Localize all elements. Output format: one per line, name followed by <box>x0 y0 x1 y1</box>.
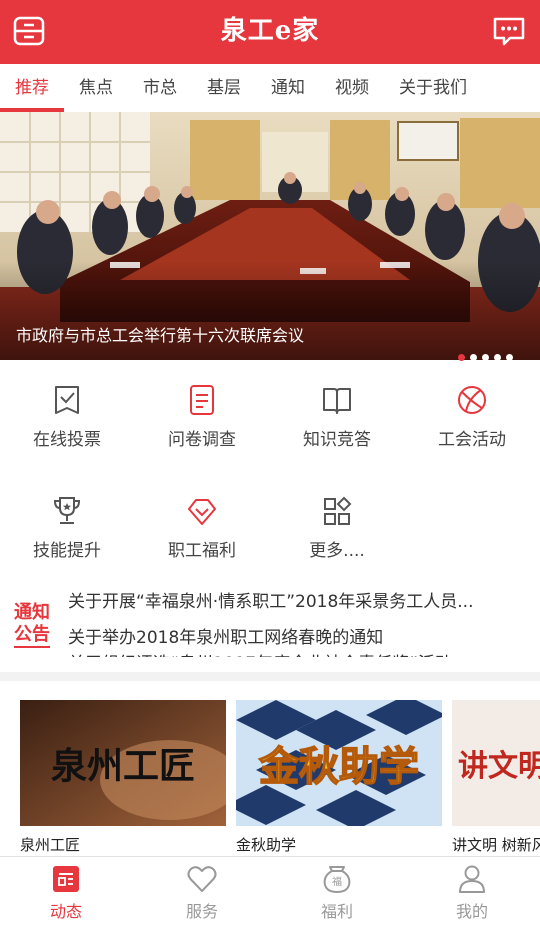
notice-badge: 通知 公告 <box>14 602 58 652</box>
feature-label: 问卷调查 <box>168 430 236 450</box>
notice-item[interactable]: 关于开展“幸福泉州·情系职工”2018年采景务工人员... <box>68 587 474 612</box>
notice-badge-line2: 公告 <box>14 624 50 648</box>
feature-quiz[interactable]: 知识竞答 <box>270 384 404 450</box>
app-title: 泉工e家 <box>220 16 320 46</box>
card-image: 金秋助学 <box>236 700 442 826</box>
carousel-dot[interactable] <box>482 354 489 361</box>
book-icon <box>323 388 351 414</box>
nav-welfare[interactable]: 福 福利 <box>292 856 382 922</box>
civilization-image: 讲文明 <box>452 700 540 826</box>
card-civilization[interactable]: 讲文明 讲文明 树新风 <box>452 700 540 855</box>
nav-label: 服务 <box>185 902 218 921</box>
carousel-dot[interactable] <box>458 354 465 361</box>
card-label: 金秋助学 <box>236 836 297 854</box>
feature-label: 技能提升 <box>33 541 101 561</box>
feature-label: 工会活动 <box>438 430 506 450</box>
card-label: 泉州工匠 <box>20 836 81 854</box>
notice-item[interactable]: 关于组织评选“泉州2017年度企业社会责任奖”活动 <box>68 649 452 657</box>
user-icon <box>459 865 485 893</box>
banner-caption: 市政府与市总工会举行第十六次联席会议 <box>16 326 305 345</box>
card-image: 泉州工匠 <box>20 700 226 826</box>
feature-label: 职工福利 <box>168 541 236 561</box>
tab-focus[interactable]: 焦点 <box>64 64 128 112</box>
message-button[interactable] <box>492 14 526 48</box>
nav-label: 我的 <box>455 902 488 921</box>
feature-skill-up[interactable]: 技能提升 <box>0 495 134 561</box>
craftsman-image: 泉州工匠 <box>20 700 226 826</box>
feature-welfare[interactable]: 职工福利 <box>135 495 269 561</box>
carousel-dot[interactable] <box>506 354 513 361</box>
card-image-text: 泉州工匠 <box>51 745 195 787</box>
tab-grassroots[interactable]: 基层 <box>192 64 256 112</box>
card-label: 讲文明 树新风 <box>452 836 540 854</box>
feature-online-vote[interactable]: 在线投票 <box>0 384 134 450</box>
menu-button[interactable] <box>12 14 46 48</box>
card-image: 讲文明 <box>452 700 540 826</box>
carousel-dot[interactable] <box>470 354 477 361</box>
feature-label: 更多.... <box>309 541 365 561</box>
vote-icon <box>55 386 79 414</box>
section-divider <box>0 672 540 681</box>
notice-badge-line1: 通知 <box>14 602 50 623</box>
trophy-icon <box>53 497 81 524</box>
nav-dynamic[interactable]: 动态 <box>21 856 111 922</box>
feature-survey[interactable]: 问卷调查 <box>135 384 269 450</box>
notice-ticker: 关于开展“幸福泉州·情系职工”2018年采景务工人员... 关于举办2018年泉… <box>68 585 528 657</box>
feature-union-activity[interactable]: 工会活动 <box>405 384 539 450</box>
notice-item[interactable]: 关于举办2018年泉州职工网络春晚的通知 <box>68 623 383 648</box>
card-image-text: 讲文明 <box>458 749 540 784</box>
tab-video[interactable]: 视频 <box>320 64 384 112</box>
feature-label: 知识竞答 <box>303 430 371 450</box>
card-image-text: 金秋助学 <box>258 743 419 790</box>
fortune-bag-icon: 福 <box>323 866 351 893</box>
feature-label: 在线投票 <box>33 430 101 450</box>
tab-about-us[interactable]: 关于我们 <box>386 64 480 112</box>
ball-icon <box>458 386 486 414</box>
message-icon <box>493 17 525 46</box>
news-icon <box>53 866 79 892</box>
tab-notice[interactable]: 通知 <box>256 64 320 112</box>
nav-mine[interactable]: 我的 <box>427 856 517 922</box>
grid-more-icon <box>324 496 352 525</box>
card-autumn-scholarship[interactable]: 金秋助学 金秋助学 <box>236 700 442 855</box>
heart-icon <box>187 866 217 892</box>
tab-recommend[interactable]: 推荐 <box>0 64 64 112</box>
carousel-indicator <box>458 346 518 365</box>
carousel-dot[interactable] <box>494 354 501 361</box>
svg-text:福: 福 <box>332 875 342 888</box>
survey-icon <box>190 385 214 415</box>
card-quanzhou-craftsman[interactable]: 泉州工匠 泉州工匠 <box>20 700 226 855</box>
tab-city-union[interactable]: 市总 <box>128 64 192 112</box>
nav-label: 福利 <box>320 902 353 921</box>
menu-icon <box>13 16 45 46</box>
heart-diamond-icon <box>188 499 216 525</box>
nav-label: 动态 <box>49 902 82 921</box>
nav-service[interactable]: 服务 <box>157 856 247 922</box>
feature-more[interactable]: 更多.... <box>270 495 404 561</box>
scholarship-image: 金秋助学 <box>236 700 442 826</box>
